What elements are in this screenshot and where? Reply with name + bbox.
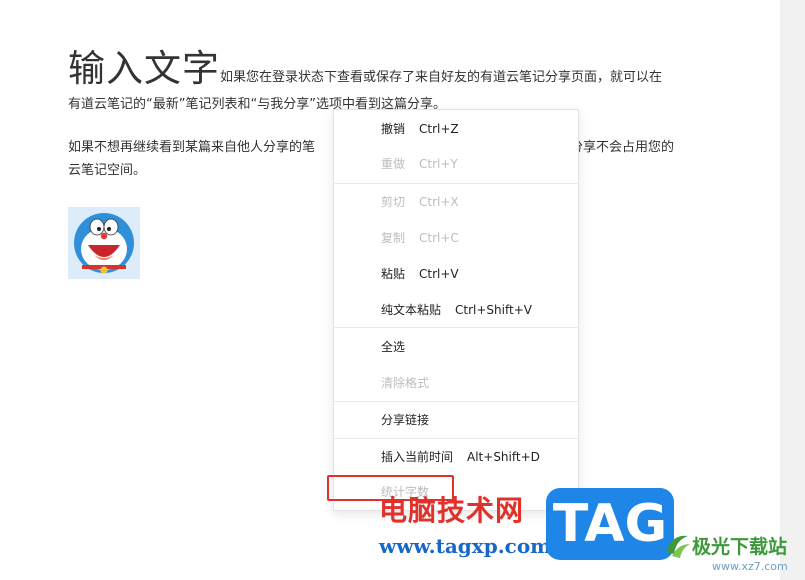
menu-item-shortcut: Ctrl+V xyxy=(419,267,459,281)
menu-item-shortcut: Ctrl+C xyxy=(419,231,459,245)
menu-item-label: 清除格式 xyxy=(381,376,430,390)
watermark-site-name: 电脑技术网 xyxy=(379,494,525,527)
menu-item-paste-plain-text[interactable]: 纯文本粘贴 Ctrl+Shift+V xyxy=(381,300,532,320)
menu-item-label: 纯文本粘贴 xyxy=(381,303,442,317)
menu-item-label: 粘贴 xyxy=(381,267,406,281)
menu-item-shortcut: Ctrl+Y xyxy=(419,157,458,171)
menu-item-label: 插入当前时间 xyxy=(381,450,454,464)
menu-item-label: 撤销 xyxy=(381,122,406,136)
menu-item-share-link[interactable]: 分享链接 xyxy=(381,410,429,430)
menu-item-label: 复制 xyxy=(381,231,406,245)
paragraph-1-line-1: 如果您在登录状态下查看或保存了来自好友的有道云笔记分享页面，就可以在 xyxy=(220,70,663,85)
menu-item-paste[interactable]: 粘贴 Ctrl+V xyxy=(381,264,459,284)
document-line-1: 输入文字如果您在登录状态下查看或保存了来自好友的有道云笔记分享页面，就可以在 xyxy=(68,38,662,92)
menu-item-shortcut: Ctrl+X xyxy=(419,195,459,209)
menu-item-undo[interactable]: 撤销 Ctrl+Z xyxy=(381,119,459,139)
watermark-xz-name: 极光下载站 xyxy=(692,536,788,558)
menu-item-shortcut: Ctrl+Z xyxy=(419,122,459,136)
menu-item-cut[interactable]: 剪切 Ctrl+X xyxy=(381,192,459,212)
paragraph-2-line-1-right: 分享不会占用您的 xyxy=(570,140,675,155)
vertical-scrollbar[interactable] xyxy=(780,0,805,580)
menu-separator xyxy=(334,438,578,439)
menu-item-clear-format[interactable]: 清除格式 xyxy=(381,373,429,393)
watermark-site-url: www.tagxp.com xyxy=(379,534,552,558)
menu-separator xyxy=(334,183,578,184)
menu-item-label: 剪切 xyxy=(381,195,406,209)
watermark-xz-url: www.xz7.com xyxy=(712,560,788,573)
menu-item-insert-current-time[interactable]: 插入当前时间 Alt+Shift+D xyxy=(381,447,540,467)
doraemon-image[interactable] xyxy=(68,207,140,279)
menu-item-shortcut: Ctrl+Shift+V xyxy=(455,303,532,317)
menu-separator xyxy=(334,327,578,328)
paragraph-2-line-2: 云笔记空间。 xyxy=(68,163,147,178)
menu-item-shortcut: Alt+Shift+D xyxy=(467,450,540,464)
menu-item-label: 全选 xyxy=(381,340,406,354)
menu-item-copy[interactable]: 复制 Ctrl+C xyxy=(381,228,459,248)
menu-item-redo[interactable]: 重做 Ctrl+Y xyxy=(381,154,458,174)
tag-logo: TAG xyxy=(546,488,674,560)
aurora-logo-svg xyxy=(666,535,690,558)
menu-separator xyxy=(334,401,578,402)
tag-logo-text: TAG xyxy=(552,494,668,554)
doraemon-icon xyxy=(68,207,140,279)
document-title: 输入文字 xyxy=(68,47,220,90)
menu-item-select-all[interactable]: 全选 xyxy=(381,337,405,357)
context-menu: 撤销 Ctrl+Z 重做 Ctrl+Y 剪切 Ctrl+X 复制 Ctrl+C 粘贴 Ct… xyxy=(333,109,579,511)
menu-item-label: 重做 xyxy=(381,157,406,171)
paragraph-2-line-1-left: 如果不想再继续看到某篇来自他人分享的笔 xyxy=(68,140,316,155)
aurora-logo-icon xyxy=(662,530,692,560)
menu-item-label: 分享链接 xyxy=(381,413,430,427)
